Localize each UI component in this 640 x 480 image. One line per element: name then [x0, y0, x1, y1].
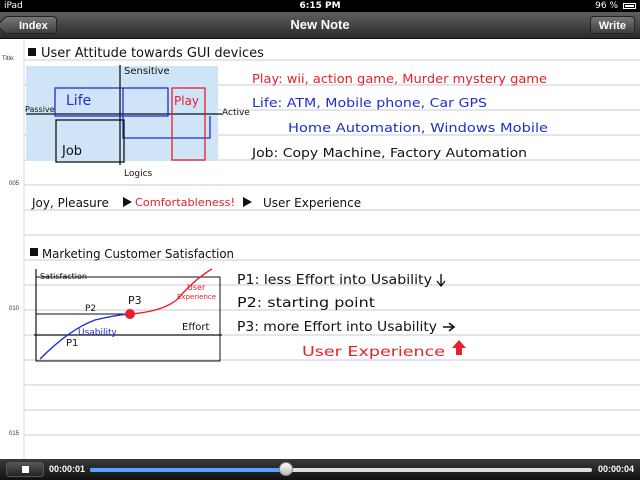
playback-bar: 00:00:01 00:00:04	[0, 459, 640, 480]
label-logics: Logics	[124, 169, 153, 179]
label-usability: Usability	[78, 328, 118, 338]
label-p1: P1	[66, 338, 78, 349]
label-ux-2: Experience	[177, 293, 216, 301]
index-back-button[interactable]: Index	[4, 16, 57, 34]
attitude-diagram: Sensitive Passive Active Logics Life Pla…	[25, 65, 250, 179]
p2-line: P2: starting point	[237, 296, 375, 311]
arrow-down-icon	[436, 274, 446, 288]
bullet-square	[30, 248, 38, 256]
arrow-up-icon	[452, 340, 466, 355]
playback-slider[interactable]	[90, 468, 592, 472]
note-drawing: Title: 005 010 015 User Attitude towards…	[2, 39, 640, 459]
clock: 6:15 PM	[299, 1, 341, 11]
p1-line: P1: less Effort into Usability	[237, 273, 432, 288]
heading-marketing: Marketing Customer Satisfaction	[42, 247, 234, 261]
battery-percent: 96 %	[595, 1, 618, 11]
arrow-right-icon	[243, 197, 252, 207]
p3-line: P3: more Effort into Usability	[237, 320, 437, 335]
stop-button[interactable]	[6, 462, 44, 477]
heading-user-attitude: User Attitude towards GUI devices	[41, 46, 264, 61]
slider-thumb[interactable]	[278, 462, 293, 476]
line-number-005: 005	[9, 181, 20, 187]
flow-comfort: Comfortableness!	[135, 197, 235, 209]
navigation-bar: New Note Index Write	[0, 12, 640, 39]
label-ux-1: User	[187, 283, 206, 292]
flow-joy: Joy, Pleasure	[31, 196, 109, 210]
stop-icon	[22, 466, 29, 473]
life-line: Life: ATM, Mobile phone, Car GPS	[252, 95, 487, 110]
job-line: Job: Copy Machine, Factory Automation	[251, 145, 527, 160]
label-life: Life	[66, 93, 91, 109]
play-line: Play: wii, action game, Murder mystery g…	[252, 71, 547, 86]
life-line-2: Home Automation, Windows Mobile	[288, 120, 548, 135]
write-button[interactable]: Write	[589, 16, 635, 34]
arrow-right-icon	[443, 322, 456, 332]
total-time: 00:00:04	[597, 464, 634, 474]
status-bar: iPad 6:15 PM 96 %	[0, 0, 640, 12]
arrow-right-icon	[123, 197, 132, 207]
playback-progress	[90, 468, 286, 472]
line-number-015: 015	[9, 431, 20, 437]
axis-satisfaction: Satisfaction	[40, 272, 87, 281]
note-canvas[interactable]: Title: 005 010 015 User Attitude towards…	[0, 39, 640, 459]
label-play: Play	[174, 94, 199, 108]
label-p3: P3	[128, 294, 142, 307]
flow-ux: User Experience	[263, 196, 361, 210]
title-label: Title:	[2, 56, 15, 62]
line-number-010: 010	[9, 306, 20, 312]
axis-effort: Effort	[182, 322, 209, 333]
battery-icon	[623, 3, 636, 9]
page-title: New Note	[290, 17, 350, 32]
current-time: 00:00:01	[49, 464, 86, 474]
label-passive: Passive	[25, 105, 55, 114]
label-job: Job	[61, 144, 82, 159]
ux-line: User Experience	[302, 345, 445, 360]
label-active: Active	[222, 108, 250, 118]
satisfaction-chart: Satisfaction Effort P2 P3 P1 Usability U…	[34, 268, 222, 362]
label-sensitive: Sensitive	[124, 66, 170, 77]
bullet-square	[28, 48, 36, 56]
label-p2: P2	[85, 304, 96, 314]
